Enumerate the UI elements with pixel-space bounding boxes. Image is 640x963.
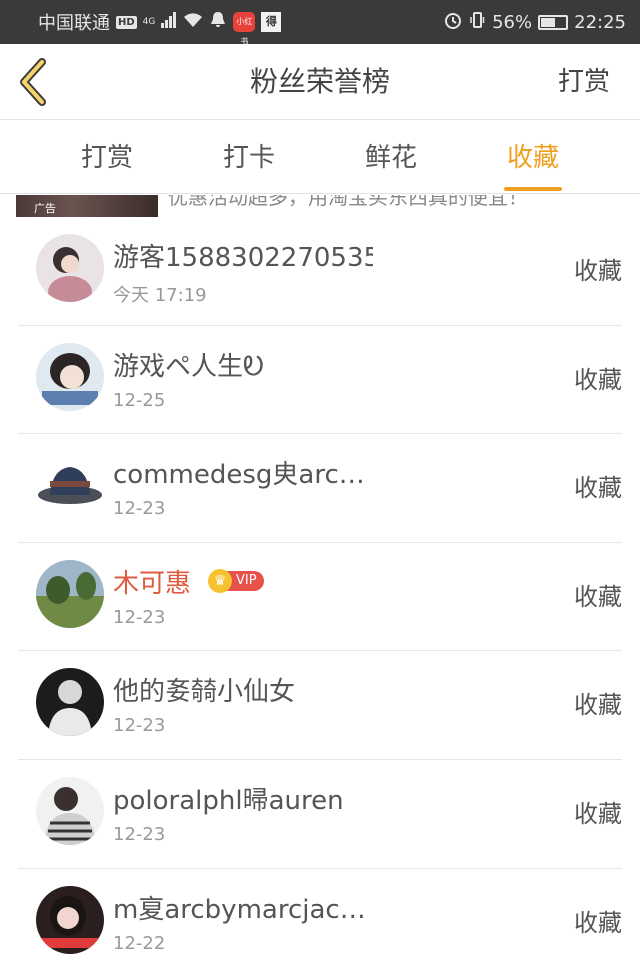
red-app-icon: 小红书: [233, 12, 256, 46]
reward-button[interactable]: 打赏: [558, 44, 610, 120]
list-item[interactable]: 游客1588302270535 今天 17:19 收藏: [18, 217, 622, 326]
tab-label: 收藏: [506, 143, 559, 173]
ad-tag: 广告: [34, 202, 56, 215]
nav-bar: 粉丝荣誉榜 打赏: [0, 44, 640, 120]
active-tab-underline: [504, 187, 562, 191]
status-bar: 中国联通 HD 4G 小红书 得 56% 22:25: [0, 0, 640, 46]
battery-icon: [538, 14, 569, 30]
user-name: 他的㚣㚡小仙女: [113, 677, 296, 708]
tab-label: 鲜花: [364, 143, 417, 173]
favorite-label: 收藏: [574, 799, 622, 828]
list-item[interactable]: 他的㚣㚡小仙女 12-23 收藏: [18, 651, 622, 760]
status-time: 22:25: [574, 11, 626, 33]
user-name: 游客1588302270535: [113, 243, 373, 273]
list-item[interactable]: commedesg㬰arc… 12-23 收藏: [18, 434, 622, 543]
tab-flowers[interactable]: 鲜花: [331, 120, 451, 194]
favorite-label: 收藏: [574, 257, 622, 285]
user-name: poloralphl㫶auren: [113, 785, 344, 816]
user-name: m㚆arcbymarcjac…: [113, 894, 366, 925]
favorite-label: 收藏: [574, 691, 622, 720]
fans-list: 游客1588302270535 今天 17:19 收藏 游戏ペ人生Ꭷ 12-25…: [0, 217, 640, 963]
vibrate-icon: [468, 11, 486, 34]
crown-icon: ♛: [208, 568, 232, 593]
avatar[interactable]: [36, 342, 104, 411]
row-date: 今天 17:19: [113, 285, 207, 306]
avatar[interactable]: [36, 885, 104, 954]
avatar[interactable]: [36, 234, 104, 302]
back-icon[interactable]: [12, 56, 56, 108]
list-item[interactable]: poloralphl㫶auren 12-23 收藏: [18, 760, 622, 869]
ad-thumbnail: 广告: [16, 195, 158, 217]
battery-percent: 56%: [492, 11, 533, 33]
dark-app-icon: 得: [261, 12, 282, 32]
avatar[interactable]: [36, 559, 104, 628]
row-date: 12-23: [113, 498, 166, 520]
tab-favorites[interactable]: 收藏: [473, 120, 593, 194]
wifi-icon: [183, 12, 203, 33]
ad-text: 优惠活动超多，用淘宝买东西真的便宜！: [168, 195, 528, 209]
list-item[interactable]: 游戏ペ人生Ꭷ 12-25 收藏: [18, 326, 622, 435]
user-name: commedesg㬰arc…: [113, 460, 365, 491]
carrier-label: 中国联通: [38, 13, 110, 34]
row-date: 12-25: [113, 389, 166, 411]
row-date: 12-23: [113, 715, 166, 737]
avatar[interactable]: [36, 776, 104, 845]
tab-bar: 打赏 打卡 鲜花 收藏: [0, 120, 640, 194]
favorite-label: 收藏: [574, 908, 622, 937]
page-title: 粉丝荣誉榜: [249, 65, 390, 98]
favorite-label: 收藏: [574, 582, 622, 611]
favorite-label: 收藏: [574, 365, 622, 394]
tab-reward[interactable]: 打赏: [47, 120, 167, 194]
row-date: 12-23: [113, 606, 166, 628]
hd-badge: HD: [116, 15, 137, 29]
signal-icon: [161, 11, 177, 33]
network-type: 4G: [142, 17, 156, 27]
row-date: 12-23: [113, 823, 166, 845]
avatar[interactable]: [36, 668, 104, 737]
ad-banner[interactable]: 广告 优惠活动超多，用淘宝买东西真的便宜！: [0, 195, 640, 217]
user-name: 游戏ペ人生Ꭷ: [113, 351, 264, 382]
tab-checkin[interactable]: 打卡: [189, 120, 309, 194]
vip-badge: ♛ VIP: [208, 568, 264, 593]
bell-icon: [209, 11, 227, 34]
favorite-label: 收藏: [574, 474, 622, 503]
alarm-icon: [444, 11, 462, 34]
avatar[interactable]: [36, 451, 104, 520]
tab-label: 打赏: [80, 143, 133, 173]
list-item[interactable]: 木可惠 ♛ VIP 12-23 收藏: [18, 543, 622, 652]
row-date: 12-22: [113, 932, 166, 954]
list-item[interactable]: m㚆arcbymarcjac… 12-22 收藏: [18, 869, 622, 963]
user-name: 木可惠: [113, 568, 192, 599]
tab-label: 打卡: [222, 143, 275, 173]
